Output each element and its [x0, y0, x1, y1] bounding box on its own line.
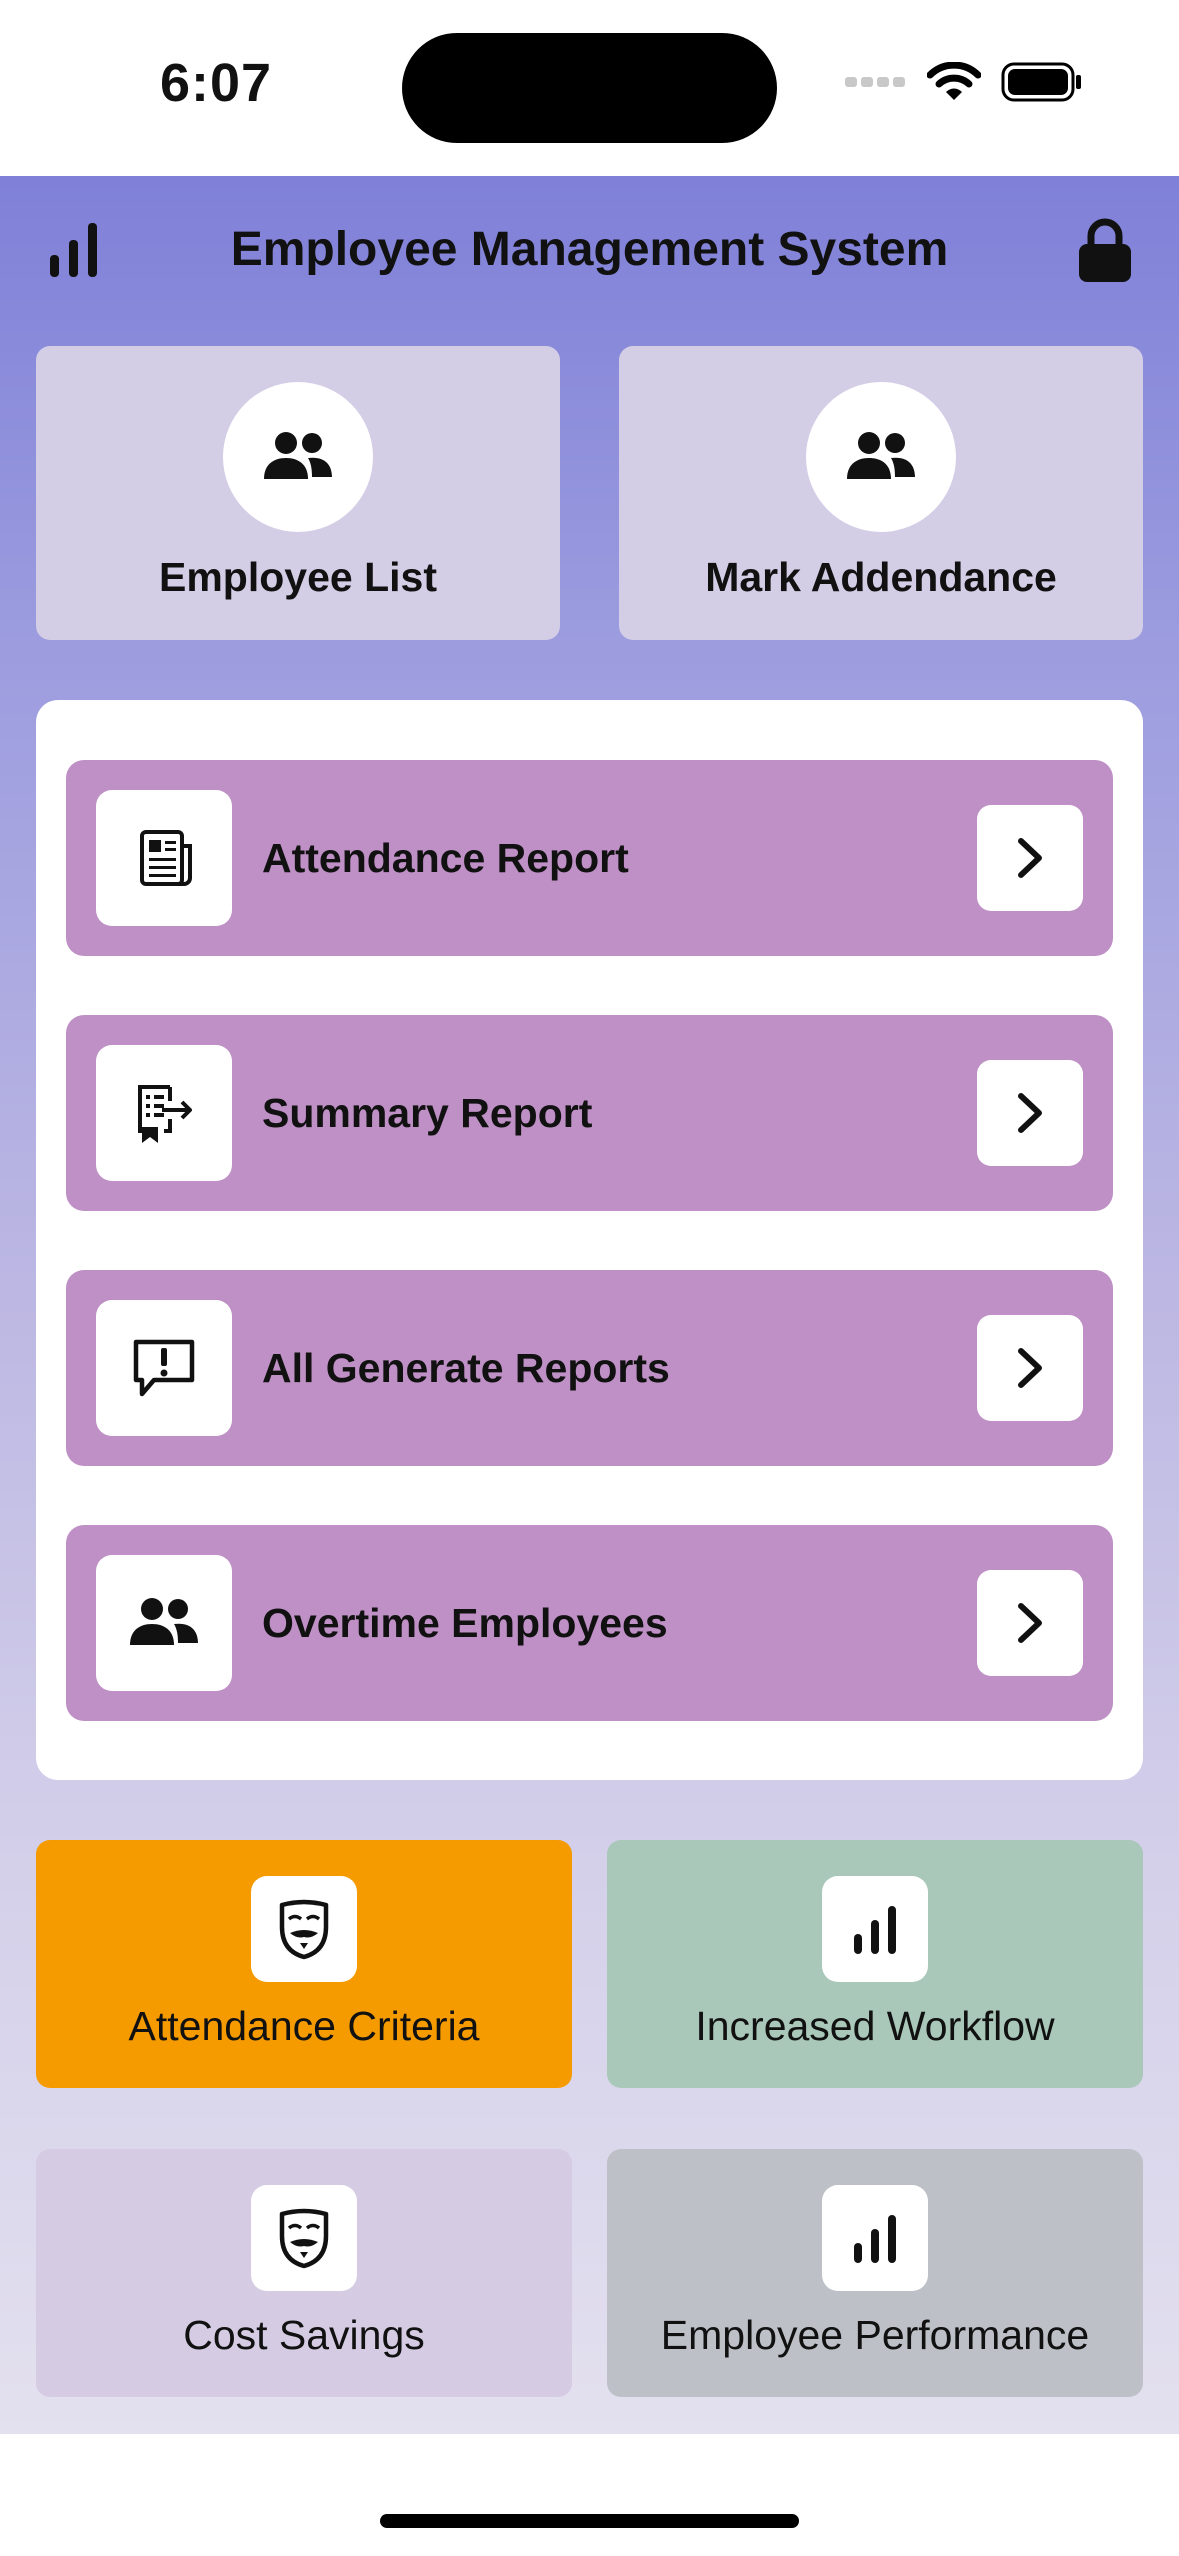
chevron-right-button[interactable]: [977, 1315, 1083, 1421]
attendance-report-row[interactable]: Attendance Report: [66, 760, 1113, 956]
people-icon-circle: [223, 382, 373, 532]
tile-icon-box: [822, 2185, 928, 2291]
row-label: Attendance Report: [262, 835, 629, 881]
alert-message-icon: [133, 1339, 195, 1397]
row-label: All Generate Reports: [262, 1345, 670, 1391]
tile-icon-box: [251, 1876, 357, 1982]
dynamic-island: [402, 33, 777, 143]
people-icon-circle: [806, 382, 956, 532]
chevron-right-button[interactable]: [977, 1570, 1083, 1676]
attendance-criteria-tile[interactable]: Attendance Criteria: [36, 1840, 572, 2088]
people-icon: [264, 432, 332, 479]
chevron-right-icon: [1018, 1093, 1042, 1133]
lock-icon[interactable]: [1077, 218, 1133, 284]
page-title: Employee Management System: [230, 223, 949, 276]
tile-icon-box: [822, 1876, 928, 1982]
card-label: Employee List: [159, 554, 437, 600]
chevron-right-button[interactable]: [977, 805, 1083, 911]
newspaper-icon: [140, 830, 192, 886]
summary-report-row[interactable]: Summary Report: [66, 1015, 1113, 1211]
people-icon: [847, 432, 915, 479]
bar-chart-icon: [854, 1906, 896, 1954]
chevron-right-icon: [1018, 838, 1042, 878]
battery-icon: [1001, 62, 1081, 102]
overtime-employees-row[interactable]: Overtime Employees: [66, 1525, 1113, 1721]
status-bar: 6:07: [0, 0, 1179, 176]
people-icon: [130, 1598, 198, 1645]
tile-label: Increased Workflow: [695, 2003, 1055, 2049]
app-screen: Employee Management System Employee List: [0, 176, 1179, 2434]
status-time: 6:07: [160, 53, 273, 113]
wifi-icon: [927, 62, 981, 100]
row-label: Summary Report: [262, 1090, 593, 1136]
employee-list-card[interactable]: Employee List: [36, 346, 560, 640]
row-icon-box: [96, 1045, 232, 1181]
chevron-right-button[interactable]: [977, 1060, 1083, 1166]
row-label: Overtime Employees: [262, 1600, 668, 1646]
row-icon-box: [96, 1300, 232, 1436]
reports-panel: Attendance Report Summary Report All Gen…: [36, 700, 1143, 1780]
mask-icon: [279, 2208, 329, 2269]
row-icon-box: [96, 790, 232, 926]
bar-chart-icon: [854, 2215, 896, 2263]
cost-savings-tile[interactable]: Cost Savings: [36, 2149, 572, 2397]
mark-attendance-card[interactable]: Mark Addendance: [619, 346, 1143, 640]
chevron-right-icon: [1018, 1348, 1042, 1388]
header: Employee Management System: [0, 176, 1179, 324]
all-generate-reports-row[interactable]: All Generate Reports: [66, 1270, 1113, 1466]
cellular-signal-icon: [845, 77, 905, 87]
status-icons: [845, 62, 1083, 102]
bottom-safe-area: [0, 2434, 1179, 2556]
card-label: Mark Addendance: [705, 554, 1057, 600]
employee-performance-tile[interactable]: Employee Performance: [607, 2149, 1143, 2397]
tile-icon-box: [251, 2185, 357, 2291]
row-icon-box: [96, 1555, 232, 1691]
increased-workflow-tile[interactable]: Increased Workflow: [607, 1840, 1143, 2088]
home-indicator[interactable]: [380, 2514, 799, 2528]
tile-label: Attendance Criteria: [128, 2003, 480, 2049]
export-report-icon: [138, 1085, 192, 1143]
chevron-right-icon: [1018, 1603, 1042, 1643]
tile-label: Employee Performance: [660, 2312, 1090, 2358]
tile-label: Cost Savings: [183, 2312, 425, 2358]
mask-icon: [279, 1899, 329, 1960]
